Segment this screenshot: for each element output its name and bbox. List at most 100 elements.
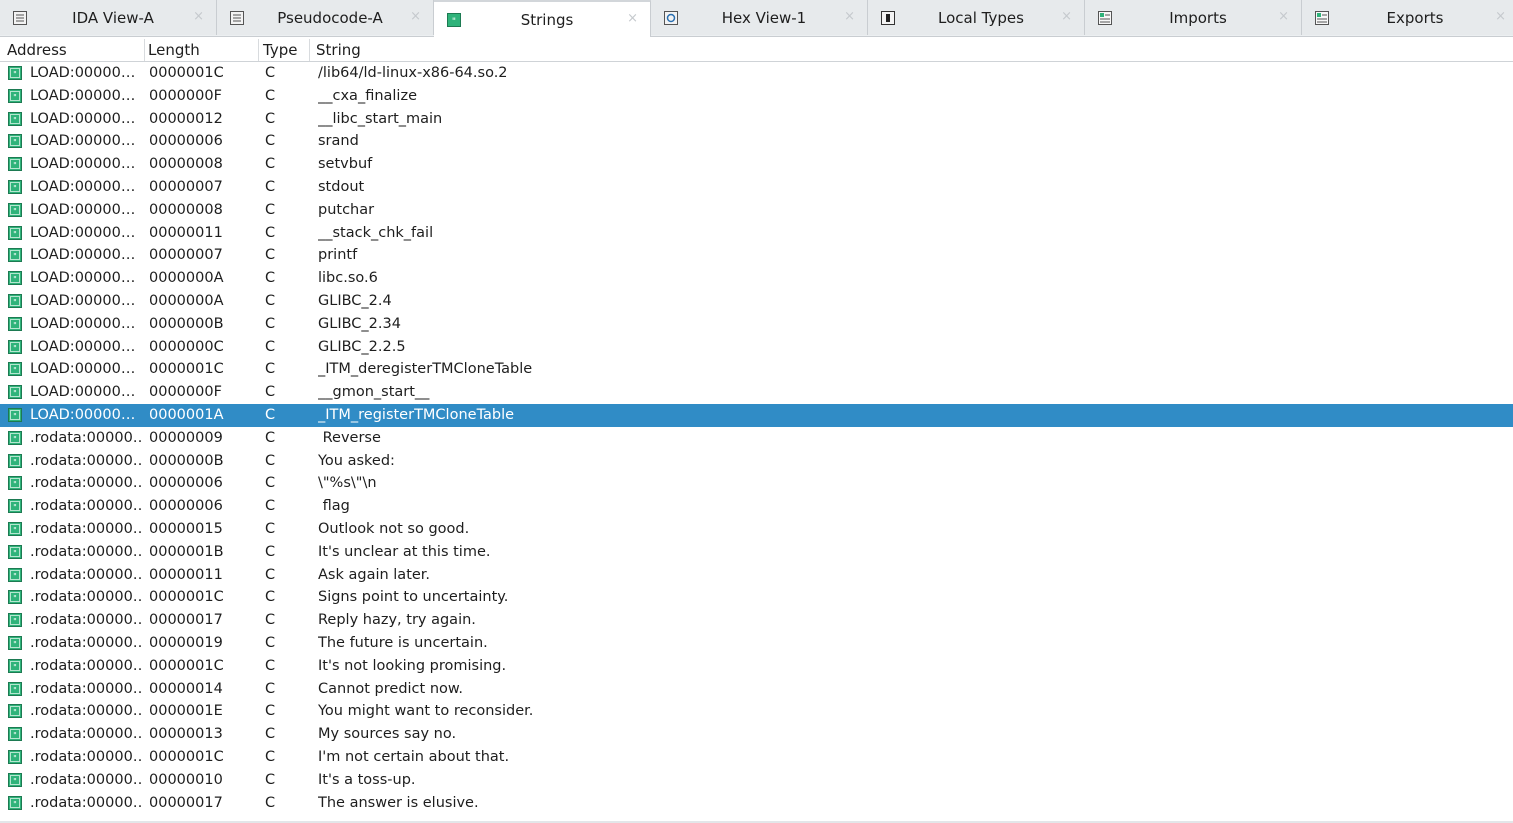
table-row[interactable]: " LOAD:00000… 0000001A C _ITM_registerTMClon… — [0, 403, 1513, 427]
column-header-length[interactable]: Length — [141, 39, 259, 61]
cell-type: C — [265, 771, 276, 788]
pseudocode-icon — [230, 11, 244, 25]
table-row[interactable]: " LOAD:00000… 0000001C C _ITM_deregisterTMCl… — [0, 358, 1513, 381]
cell-address: .rodata:00000… — [30, 703, 144, 720]
cell-string: Outlook not so good. — [318, 520, 470, 537]
cell-address: LOAD:00000… — [30, 406, 136, 423]
table-row[interactable]: " LOAD:00000… 0000000A Clibc.so.6 — [0, 267, 1513, 290]
table-row[interactable]: " LOAD:00000… 00000008 Csetvbuf — [0, 153, 1513, 176]
table-row[interactable]: " .rodata:00000… 00000011 C Ask again later. — [0, 564, 1513, 587]
table-row[interactable]: " .rodata:00000… 00000017 C The answer is el… — [0, 792, 1513, 815]
table-row[interactable]: " LOAD:00000… 00000006 Csrand — [0, 130, 1513, 153]
close-tab-icon[interactable]: × — [627, 11, 638, 26]
string-icon: " — [8, 385, 22, 400]
cell-address: LOAD:00000… — [30, 133, 136, 150]
cell-address: .rodata:00000… — [30, 429, 144, 446]
cell-address: .rodata:00000… — [30, 634, 144, 651]
table-row[interactable]: " .rodata:00000… 00000006 C \"%s\"\n — [0, 472, 1513, 495]
cell-address: LOAD:00000… — [30, 315, 136, 332]
cell-string: __cxa_finalize — [318, 87, 417, 104]
table-row[interactable]: " LOAD:00000… 00000007 Cstdout — [0, 176, 1513, 199]
column-header-type[interactable]: Type — [256, 39, 310, 61]
table-row[interactable]: " .rodata:00000… 00000010 C It's a toss-up. — [0, 769, 1513, 792]
cell-length: 0000001C — [149, 748, 224, 765]
cell-type: C — [265, 748, 276, 765]
close-tab-icon[interactable]: × — [1495, 9, 1506, 24]
cell-length: 0000001E — [149, 703, 223, 720]
cell-type: C — [265, 794, 276, 811]
tab-label: Imports — [1169, 9, 1227, 27]
string-icon: " — [8, 339, 22, 354]
close-tab-icon[interactable]: × — [410, 9, 421, 24]
table-row[interactable]: " .rodata:00000… 0000000B C You asked: — [0, 450, 1513, 473]
cell-type: C — [265, 65, 276, 81]
table-row[interactable]: " LOAD:00000… 00000008 Cputchar — [0, 199, 1513, 222]
table-row[interactable]: " .rodata:00000… 0000001C C Signs point to u… — [0, 586, 1513, 609]
svg-text:": " — [452, 17, 456, 27]
table-row[interactable]: " .rodata:00000… 00000006 C flag — [0, 495, 1513, 518]
close-tab-icon[interactable]: × — [844, 9, 855, 24]
table-row[interactable]: " LOAD:00000… 0000000A C GLIBC_2.4 — [0, 290, 1513, 313]
table-row[interactable]: " .rodata:00000… 00000014 C Cannot predict n… — [0, 678, 1513, 701]
cell-type: C — [265, 156, 276, 173]
string-icon: " — [8, 635, 22, 650]
tab-exports[interactable]: Exports × — [1302, 0, 1513, 35]
column-header-string[interactable]: String — [309, 39, 1513, 61]
table-row[interactable]: " .rodata:00000… 00000009 C Reverse — [0, 427, 1513, 450]
close-tab-icon[interactable]: × — [1061, 9, 1072, 24]
table-row[interactable]: " .rodata:00000… 0000001C C I'm not certain … — [0, 746, 1513, 769]
string-icon: " — [8, 499, 22, 514]
cell-string: You asked: — [318, 452, 395, 469]
cell-length: 00000009 — [149, 429, 223, 446]
cell-string: libc.so.6 — [318, 270, 378, 287]
string-icon: " — [8, 202, 22, 217]
table-row[interactable]: " LOAD:00000… 0000000F C __gmon_start__ — [0, 381, 1513, 404]
cell-string: The answer is elusive. — [318, 794, 479, 811]
table-row[interactable]: " .rodata:00000… 00000013 C My sources say n… — [0, 723, 1513, 746]
svg-text:": " — [13, 161, 17, 170]
table-header: Address Length Type String — [0, 39, 1513, 62]
table-row[interactable]: " LOAD:00000… 0000000B C GLIBC_2.34 — [0, 313, 1513, 336]
cell-address: .rodata:00000… — [30, 543, 144, 560]
close-tab-icon[interactable]: × — [193, 9, 204, 24]
cell-string: Cannot predict now. — [318, 680, 464, 697]
tab-ida-view-a[interactable]: IDA View-A × — [0, 0, 217, 35]
cell-string: __libc_start_main — [318, 110, 443, 127]
cell-string: \"%s\"\n — [318, 475, 377, 492]
table-row[interactable]: " .rodata:00000… 0000001E C You might want t… — [0, 700, 1513, 723]
table-row[interactable]: " LOAD:00000… 0000000C C GLIBC_2.2.5 — [0, 336, 1513, 359]
table-row[interactable]: " LOAD:00000… 00000012 C __libc_start_main — [0, 108, 1513, 131]
cell-length: 00000008 — [149, 201, 223, 218]
cell-type: C — [265, 110, 276, 127]
cell-type: C — [265, 703, 276, 720]
table-row[interactable]: " LOAD:00000… 0000000F C __cxa_finalize — [0, 85, 1513, 108]
table-row[interactable]: " .rodata:00000… 0000001B C It's unclear at … — [0, 541, 1513, 564]
cell-type: C — [265, 201, 276, 218]
tab-imports[interactable]: Imports × — [1085, 0, 1302, 35]
cell-type: C — [265, 133, 276, 150]
cell-type: C — [265, 520, 276, 537]
table-row[interactable]: " .rodata:00000… 00000019 C The future is un… — [0, 632, 1513, 655]
cell-type: C — [265, 361, 276, 378]
tab-hex-view-1[interactable]: Hex View-1 × — [651, 0, 868, 35]
table-row[interactable]: " LOAD:00000… 0000001C C/lib64/ld-linux-x86… — [0, 62, 1513, 85]
svg-text:": " — [13, 184, 17, 193]
table-row[interactable]: " .rodata:00000… 0000001C C It's not looking… — [0, 655, 1513, 678]
svg-text:": " — [13, 640, 17, 649]
cell-length: 0000001A — [149, 406, 224, 423]
column-header-address[interactable]: Address — [0, 39, 145, 61]
tab-pseudocode-a[interactable]: Pseudocode-A × — [217, 0, 434, 35]
table-row[interactable]: " .rodata:00000… 00000015 C Outlook not so g… — [0, 518, 1513, 541]
tab-strings[interactable]: " Strings × — [434, 0, 651, 37]
table-row[interactable]: " LOAD:00000… 00000007 Cprintf — [0, 244, 1513, 267]
string-icon: " — [8, 749, 22, 764]
string-icon: " — [8, 590, 22, 605]
table-row[interactable]: " LOAD:00000… 00000011 C __stack_chk_fail — [0, 222, 1513, 245]
table-row[interactable]: " .rodata:00000… 00000017 C Reply hazy, try … — [0, 609, 1513, 632]
svg-text:": " — [13, 594, 17, 603]
cell-length: 00000007 — [149, 247, 223, 264]
tab-local-types[interactable]: Local Types × — [868, 0, 1085, 35]
cell-type: C — [265, 406, 276, 423]
svg-text:": " — [13, 686, 17, 695]
close-tab-icon[interactable]: × — [1278, 9, 1289, 24]
